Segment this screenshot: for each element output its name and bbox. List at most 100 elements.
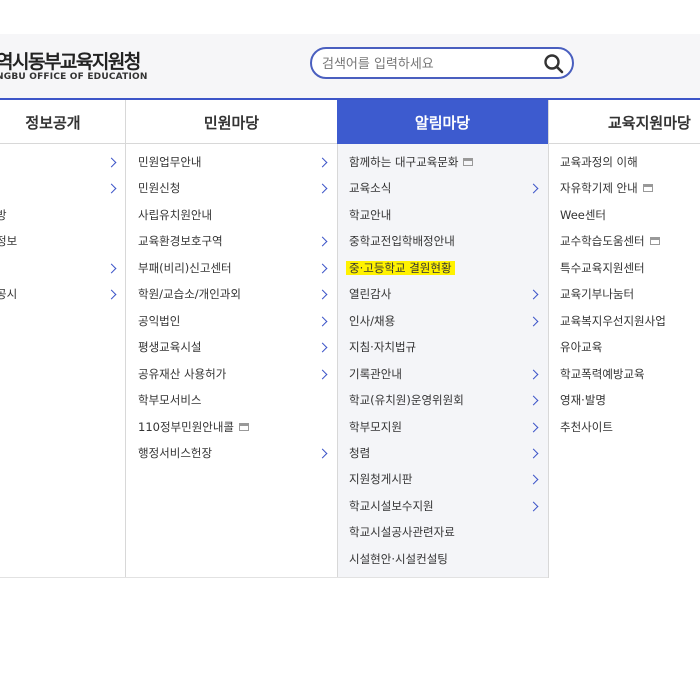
menu-item-notice[interactable]: 학부모지원 [349, 417, 402, 437]
menu-item-civil-service[interactable]: 학부모서비스 [138, 390, 201, 410]
chevron-right-icon[interactable] [317, 289, 328, 300]
menu-item-education-support[interactable]: 특수교육지원센터 [560, 258, 645, 278]
menu-item-education-support[interactable]: 영재·발명 [560, 390, 606, 410]
chevron-right-icon[interactable] [106, 183, 117, 194]
menu-item-civil-service[interactable]: 민원신청 [138, 178, 180, 198]
menu-item-notice[interactable]: 지침·자치법규 [349, 337, 416, 357]
menu-item-label: 공시 [0, 287, 18, 301]
search-button[interactable] [542, 52, 566, 76]
menu-item-education-support[interactable]: 교수학습도움센터 [560, 231, 660, 251]
menu-item-civil-service[interactable]: 평생교육시설 [138, 337, 201, 357]
menu-item-notice[interactable]: 중·고등학교 결원현황 [346, 258, 455, 278]
menu-item-education-support[interactable]: 자유학기제 안내 [560, 178, 653, 198]
menu-item-education-support[interactable]: 학교폭력예방교육 [560, 364, 645, 384]
menu-item-notice[interactable]: 시설현안·시설컨설팅 [349, 549, 448, 569]
column-divider [337, 144, 338, 578]
menu-item-notice[interactable]: 청렴 [349, 443, 370, 463]
menu-item-education-support[interactable]: 유아교육 [560, 337, 602, 357]
tab-label: 교육지원마당 [608, 113, 691, 132]
menu-item-info-disclosure[interactable]: 정보 [0, 231, 17, 251]
menu-item-civil-service[interactable]: 110정부민원안내콜 [138, 417, 250, 437]
menu-item-education-support[interactable]: Wee센터 [560, 205, 606, 225]
menu-item-label: 열린감사 [349, 287, 392, 301]
tab-info-disclosure[interactable]: 정보공개 [0, 100, 126, 144]
tab-label: 민원마당 [203, 113, 260, 132]
menu-item-notice[interactable]: 중학교전입학배정안내 [349, 231, 455, 251]
menu-item-label: 지침·자치법규 [349, 340, 417, 354]
menu-item-civil-service[interactable]: 공유재산 사용허가 [138, 364, 226, 384]
menu-item-label: 자유학기제 안내 [560, 181, 638, 195]
menu-item-notice[interactable]: 지원청게시판 [349, 469, 412, 489]
menu-item-civil-service[interactable]: 사립유치원안내 [138, 205, 212, 225]
logo-title[interactable]: 역시동부교육지원청 [0, 47, 141, 74]
new-window-icon [463, 157, 474, 166]
tab-label: 알림마당 [414, 113, 471, 132]
chevron-right-icon[interactable] [317, 342, 328, 353]
chevron-right-icon[interactable] [106, 263, 117, 274]
menu-item-label: 민원신청 [138, 181, 181, 195]
menu-item-notice[interactable]: 학교안내 [349, 205, 391, 225]
menu-item-label: 교육소식 [349, 181, 392, 195]
search-icon [544, 54, 564, 74]
search-box [310, 47, 574, 79]
menu-item-label: 교육복지우선지원사업 [560, 314, 666, 328]
menu-item-label: 110정부민원안내콜 [138, 420, 235, 434]
menu-item-label: 학교시설공사관련자료 [349, 525, 455, 539]
tab-civil-service[interactable]: 민원마당 [125, 100, 337, 144]
chevron-right-icon[interactable] [317, 263, 328, 274]
menu-item-label: 학교폭력예방교육 [560, 367, 645, 381]
new-window-icon [649, 236, 660, 245]
menu-item-civil-service[interactable]: 학원/교습소/개인과외 [138, 284, 241, 304]
search-input[interactable] [322, 55, 532, 73]
menu-item-label: Wee센터 [560, 208, 607, 222]
chevron-right-icon[interactable] [317, 369, 328, 380]
chevron-right-icon[interactable] [106, 157, 117, 168]
menu-item-label: 특수교육지원센터 [560, 261, 645, 275]
menu-item-label: 학부모서비스 [138, 393, 202, 407]
menu-item-education-support[interactable]: 교육기부나눔터 [560, 284, 634, 304]
menu-item-civil-service[interactable]: 교육환경보호구역 [138, 231, 223, 251]
menu-item-label: 교육환경보호구역 [138, 234, 223, 248]
chevron-right-icon[interactable] [317, 157, 328, 168]
menu-item-education-support[interactable]: 교육과정의 이해 [560, 152, 638, 172]
menu-item-label: 사립유치원안내 [138, 208, 213, 222]
menu-item-label: 기록관안내 [349, 367, 402, 381]
main-nav: 정보공개 민원마당 알림마당 교육지원마당 [0, 98, 700, 144]
chevron-right-icon[interactable] [317, 448, 328, 459]
menu-item-label: 지원청게시판 [349, 472, 413, 486]
chevron-right-icon[interactable] [317, 183, 328, 194]
menu-item-notice[interactable]: 함께하는 대구교육문화 [349, 152, 474, 172]
menu-item-notice[interactable]: 학교시설보수지원 [349, 496, 434, 516]
menu-item-notice[interactable]: 열린감사 [349, 284, 391, 304]
menu-item-civil-service[interactable]: 행정서비스헌장 [138, 443, 212, 463]
chevron-right-icon[interactable] [317, 236, 328, 247]
menu-item-label: 중·고등학교 결원현황 [346, 261, 455, 275]
menu-item-notice[interactable]: 교육소식 [349, 178, 391, 198]
tab-notice[interactable]: 알림마당 [337, 100, 548, 144]
menu-item-notice[interactable]: 기록관안내 [349, 364, 402, 384]
menu-item-education-support[interactable]: 추천사이트 [560, 417, 613, 437]
menu-item-civil-service[interactable]: 부패(비리)신고센터 [138, 258, 232, 278]
menu-item-notice[interactable]: 학교시설공사관련자료 [349, 522, 455, 542]
menu-item-label: 교육기부나눔터 [560, 287, 635, 301]
menu-item-civil-service[interactable]: 공익법인 [138, 311, 180, 331]
tab-education-support[interactable]: 교육지원마당 [548, 100, 700, 144]
tab-label: 정보공개 [25, 113, 81, 132]
new-window-icon [642, 183, 653, 192]
menu-bottom-border [0, 577, 548, 578]
menu-item-notice[interactable]: 학교(유치원)운영위원회 [349, 390, 464, 410]
chevron-right-icon[interactable] [106, 289, 117, 300]
menu-item-label: 청렴 [349, 446, 371, 460]
menu-item-info-disclosure[interactable]: 방 [0, 205, 7, 225]
chevron-right-icon[interactable] [317, 316, 328, 327]
menu-item-info-disclosure[interactable]: 공시 [0, 284, 17, 304]
menu-item-label: 학교시설보수지원 [349, 499, 434, 513]
column-divider [548, 144, 549, 578]
menu-item-label: 평생교육시설 [138, 340, 202, 354]
menu-item-civil-service[interactable]: 민원업무안내 [138, 152, 201, 172]
menu-item-notice[interactable]: 인사/채용 [349, 311, 395, 331]
logo-subtitle: NGBU OFFICE OF EDUCATION [0, 72, 148, 82]
menu-item-education-support[interactable]: 교육복지우선지원사업 [560, 311, 666, 331]
menu-item-label: 추천사이트 [560, 420, 613, 434]
menu-item-label: 학교안내 [349, 208, 392, 222]
